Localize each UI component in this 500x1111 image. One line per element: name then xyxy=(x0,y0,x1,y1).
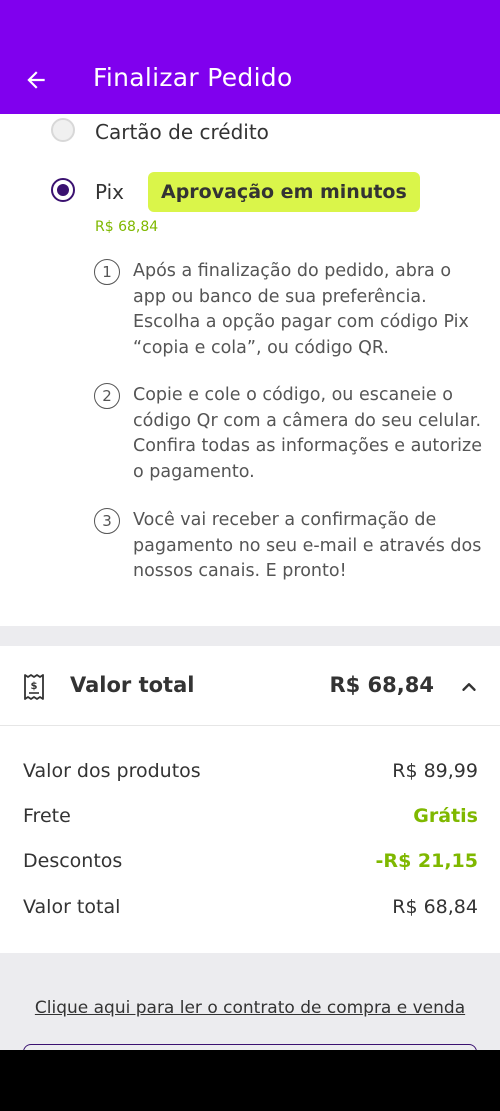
line-label: Valor total xyxy=(23,896,121,918)
receipt-icon: $ xyxy=(24,674,44,700)
page-title: Finalizar Pedido xyxy=(93,63,293,92)
pix-step-1: 1 Após a finalização do pedido, abra o a… xyxy=(94,259,484,361)
step-number: 3 xyxy=(94,508,120,534)
svg-text:$: $ xyxy=(31,681,38,692)
summary-line-total: Valor total R$ 68,84 xyxy=(23,896,478,918)
pix-label[interactable]: Pix xyxy=(95,180,124,204)
summary-line-discounts: Descontos -R$ 21,15 xyxy=(23,850,478,872)
summary-line-shipping: Frete Grátis xyxy=(23,805,478,827)
line-label: Valor dos produtos xyxy=(23,760,201,782)
step-text: Você vai receber a confirmação de pagame… xyxy=(133,510,482,581)
chevron-up-icon[interactable] xyxy=(458,676,480,698)
app-bar: Finalizar Pedido xyxy=(0,0,500,114)
pix-price: R$ 68,84 xyxy=(95,219,159,235)
pix-approval-badge: Aprovação em minutos xyxy=(148,172,420,212)
pix-step-3: 3 Você vai receber a confirmação de paga… xyxy=(94,508,484,585)
step-text: Copie e cole o código, ou escaneie o cód… xyxy=(133,385,482,482)
line-value: R$ 89,99 xyxy=(392,760,478,782)
credit-card-radio[interactable] xyxy=(51,118,75,142)
total-summary-header[interactable]: $ Valor total R$ 68,84 xyxy=(0,646,500,726)
system-navigation-bar xyxy=(0,1050,500,1111)
back-button[interactable] xyxy=(16,60,56,100)
credit-card-label[interactable]: Cartão de crédito xyxy=(95,120,269,144)
arrow-left-icon xyxy=(27,71,45,89)
total-title: Valor total xyxy=(70,673,195,697)
line-label: Frete xyxy=(23,805,71,827)
step-number: 1 xyxy=(94,259,120,285)
line-value: -R$ 21,15 xyxy=(375,850,478,872)
summary-line-products: Valor dos produtos R$ 89,99 xyxy=(23,760,478,782)
step-number: 2 xyxy=(94,383,120,409)
section-divider xyxy=(0,626,500,646)
line-value: R$ 68,84 xyxy=(392,896,478,918)
pix-step-2: 2 Copie e cole o código, ou escaneie o c… xyxy=(94,383,484,485)
step-text: Após a finalização do pedido, abra o app… xyxy=(133,261,469,358)
contract-link[interactable]: Clique aqui para ler o contrato de compr… xyxy=(0,998,500,1018)
total-value: R$ 68,84 xyxy=(329,673,434,697)
line-value: Grátis xyxy=(413,805,478,827)
pix-radio[interactable] xyxy=(51,178,75,202)
line-label: Descontos xyxy=(23,850,123,872)
